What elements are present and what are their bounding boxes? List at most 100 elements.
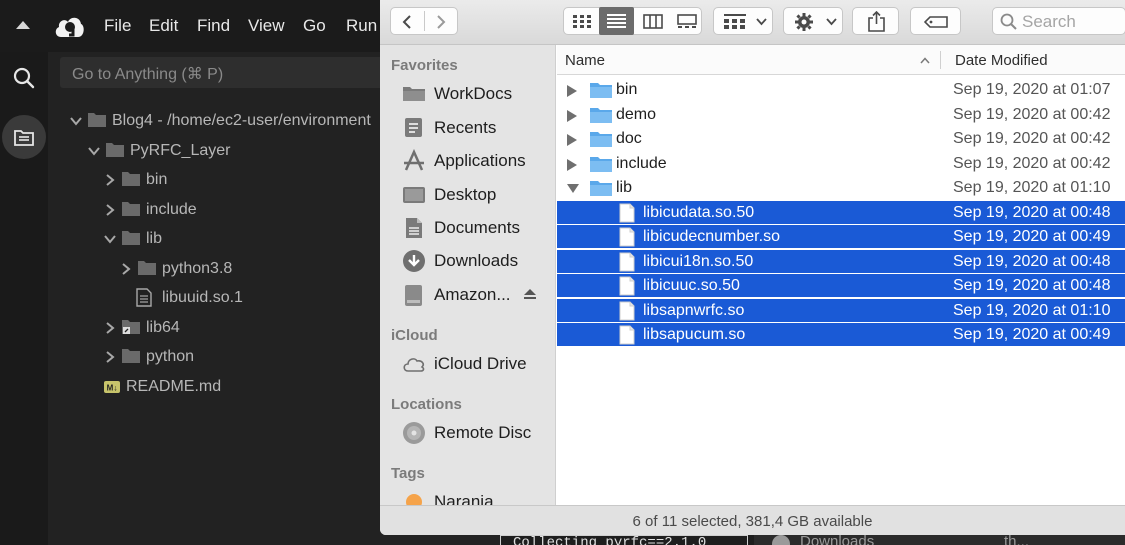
tree-item[interactable]: bin xyxy=(104,168,390,192)
search-input[interactable] xyxy=(1022,12,1122,31)
folder-icon xyxy=(122,172,140,186)
file-row[interactable]: include Sep 19, 2020 at 00:42 xyxy=(557,152,1125,176)
cloud9-logo-icon xyxy=(55,17,84,37)
file-row[interactable]: libicui18n.so.50 Sep 19, 2020 at 00:48 xyxy=(557,249,1125,274)
tree-item[interactable]: python3.8 xyxy=(120,257,390,281)
sidebar-item[interactable]: Applications xyxy=(380,145,555,175)
file-row[interactable]: libsapnwrfc.so Sep 19, 2020 at 01:10 xyxy=(557,298,1125,323)
share-icon xyxy=(868,11,885,32)
list-view-button[interactable] xyxy=(599,7,634,35)
file-name: libsapucum.so xyxy=(643,326,746,343)
tree-item[interactable]: include xyxy=(104,198,390,222)
file-row[interactable]: libicudecnumber.so Sep 19, 2020 at 00:49 xyxy=(557,225,1125,249)
folder-icon xyxy=(403,87,425,101)
action-button[interactable] xyxy=(783,7,843,35)
file-row[interactable]: bin Sep 19, 2020 at 01:07 xyxy=(557,78,1125,102)
sidebar-item[interactable]: Documents xyxy=(380,212,555,242)
sidebar-item[interactable]: WorkDocs xyxy=(380,78,555,108)
tree-item-label: bin xyxy=(146,171,168,188)
favorites-heading: Favorites xyxy=(391,57,458,74)
environment-files-button[interactable] xyxy=(2,115,46,159)
group-by-button[interactable] xyxy=(713,7,773,35)
menu-file[interactable]: File xyxy=(104,16,131,36)
disclosure-closed-icon[interactable] xyxy=(567,109,577,122)
sidebar-tag[interactable]: Naranja xyxy=(380,486,555,505)
tree-item[interactable]: lib64 xyxy=(104,316,390,340)
sidebar-item[interactable]: Desktop xyxy=(380,179,555,209)
tag-label: Naranja xyxy=(434,492,494,505)
screen: File Edit Find View Go Run Go to Anythin… xyxy=(0,0,1125,545)
menu-go[interactable]: Go xyxy=(303,16,326,36)
sidebar-item[interactable]: Downloads xyxy=(380,245,555,275)
sidebar-item[interactable]: Recents xyxy=(380,112,555,142)
sidebar-item[interactable]: Amazon... xyxy=(380,279,555,309)
disclosure-closed-icon[interactable] xyxy=(567,134,577,146)
document-icon xyxy=(619,276,635,296)
gallery-view-icon[interactable] xyxy=(677,14,697,29)
sidebar-item[interactable]: iCloud Drive xyxy=(380,348,555,378)
menu-view[interactable]: View xyxy=(248,16,285,36)
search-icon[interactable] xyxy=(12,66,36,90)
sidebar-item-label: Desktop xyxy=(434,185,497,204)
tree-item[interactable]: M↓ README.md xyxy=(104,375,390,399)
share-button[interactable] xyxy=(852,7,899,35)
column-name-header[interactable]: Name xyxy=(565,52,605,69)
menu-find[interactable]: Find xyxy=(197,16,230,36)
forward-icon[interactable] xyxy=(434,14,448,30)
tree-item-label: python xyxy=(146,348,195,365)
collapse-menu-icon[interactable] xyxy=(16,21,30,29)
folder-icon xyxy=(106,143,124,157)
back-icon[interactable] xyxy=(400,14,414,30)
icon-view-icon[interactable] xyxy=(573,15,591,28)
finder-sidebar: Favorites WorkDocs Recents Applications Desk… xyxy=(380,45,556,505)
goto-anything-input[interactable]: Go to Anything (⌘ P) xyxy=(60,57,390,88)
locations-heading: Locations xyxy=(391,396,462,413)
markdown-icon: M↓ xyxy=(104,381,120,393)
applications-icon xyxy=(404,149,424,171)
sidebar-item-label: iCloud Drive xyxy=(434,354,527,373)
tags-heading: Tags xyxy=(391,465,425,482)
tags-button[interactable] xyxy=(910,7,961,35)
sort-ascending-icon xyxy=(920,57,930,64)
menu-edit[interactable]: Edit xyxy=(149,16,178,36)
recents-icon xyxy=(405,118,422,137)
sidebar-item-label: Amazon... xyxy=(434,285,511,304)
tree-item[interactable]: libuuid.so.1 xyxy=(120,286,390,310)
column-view-icon[interactable] xyxy=(643,14,663,29)
sidebar-item[interactable]: Remote Disc xyxy=(380,417,555,447)
file-row[interactable]: lib Sep 19, 2020 at 01:10 xyxy=(557,176,1125,200)
file-row[interactable]: libicudata.so.50 Sep 19, 2020 at 00:48 xyxy=(557,200,1125,225)
column-date-header[interactable]: Date Modified xyxy=(955,52,1048,69)
view-mode-segment xyxy=(563,7,702,35)
file-list: Name Date Modified bin Sep 19, 2020 at 01… xyxy=(557,45,1125,505)
tree-item-label: Blog4 - /home/ec2-user/environment xyxy=(112,112,371,129)
disclosure-open-icon[interactable] xyxy=(567,183,579,193)
menu-run[interactable]: Run xyxy=(346,16,377,36)
file-row[interactable]: libicuuc.so.50 Sep 19, 2020 at 00:48 xyxy=(557,274,1125,298)
tree-item[interactable]: Blog4 - /home/ec2-user/environment xyxy=(70,109,390,133)
files-icon xyxy=(14,130,34,146)
disclosure-closed-icon[interactable] xyxy=(567,158,577,171)
goto-placeholder: Go to Anything (⌘ P) xyxy=(72,66,224,83)
file-date: Sep 19, 2020 at 00:48 xyxy=(953,277,1111,294)
disclosure-closed-icon[interactable] xyxy=(567,85,577,97)
file-row[interactable]: libsapucum.so Sep 19, 2020 at 00:49 xyxy=(557,323,1125,347)
group-icon xyxy=(724,14,746,29)
file-date: Sep 19, 2020 at 01:07 xyxy=(953,81,1111,98)
eject-icon[interactable] xyxy=(523,288,537,300)
file-row[interactable]: demo Sep 19, 2020 at 00:42 xyxy=(557,103,1125,127)
file-name: libicui18n.so.50 xyxy=(643,252,754,270)
column-divider[interactable] xyxy=(940,51,941,69)
sidebar-item-label: Applications xyxy=(434,151,526,170)
folder-icon xyxy=(122,320,140,334)
tree-item[interactable]: python xyxy=(104,345,390,369)
cloud-icon xyxy=(403,358,425,372)
tree-item-label: include xyxy=(146,201,197,218)
file-row[interactable]: doc Sep 19, 2020 at 00:42 xyxy=(557,127,1125,151)
finder-search[interactable] xyxy=(992,7,1125,35)
background-window-strip: Collecting pyrfc==2.1.0 Downloads th... xyxy=(500,535,1125,545)
tree-item[interactable]: lib xyxy=(104,227,390,251)
file-date: Sep 19, 2020 at 00:42 xyxy=(953,105,1111,123)
tree-item[interactable]: PyRFC_Layer xyxy=(88,139,390,163)
file-name: doc xyxy=(616,130,642,147)
